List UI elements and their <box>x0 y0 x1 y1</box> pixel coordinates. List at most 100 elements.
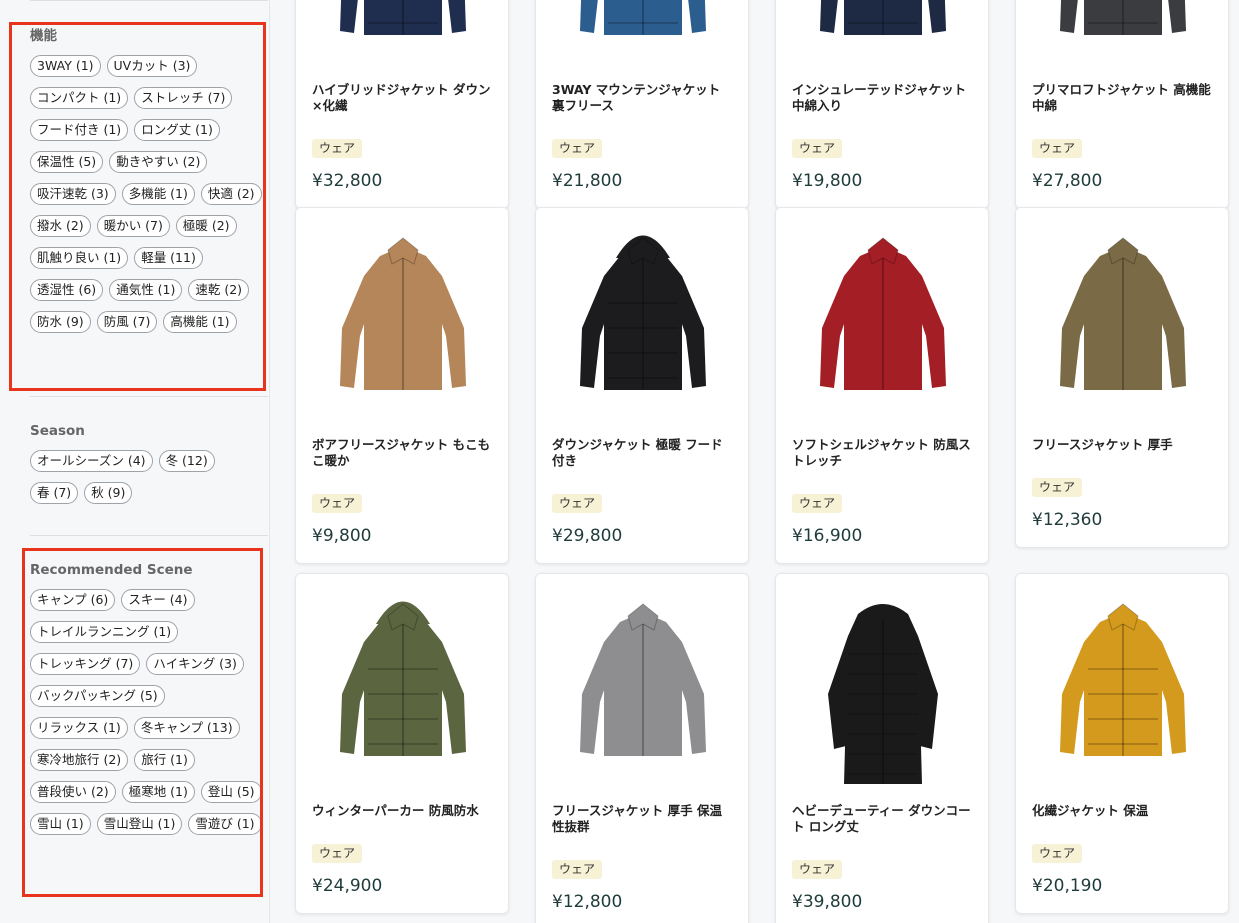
filter-tag[interactable]: 肌触り良い (1) <box>30 247 129 269</box>
scene-filter-section: Recommended Scene キャンプ (6) スキー (4) トレイルランニ… <box>30 561 266 835</box>
product-price: ¥21,800 <box>552 171 623 191</box>
product-image[interactable] <box>776 574 988 789</box>
product-card[interactable]: フリースジャケット 厚手 ウェア ¥12,360 <box>1015 207 1229 548</box>
product-name[interactable]: 3WAY マウンテンジャケット 裏フリース <box>552 82 732 114</box>
filter-tag[interactable]: 雪山登山 (1) <box>96 813 183 835</box>
filter-tag[interactable]: 快適 (2) <box>200 183 262 205</box>
product-info: インシュレーテッドジャケット 中綿入り ウェア ¥19,800 <box>776 68 988 208</box>
product-name[interactable]: ヘビーデューティー ダウンコート ロング丈 <box>792 803 972 835</box>
filter-tag[interactable]: 3WAY (1) <box>30 55 101 77</box>
features-tag-list: 3WAY (1) UVカット (3) コンパクト (1) ストレッチ (7) フード付き… <box>30 55 266 333</box>
filter-tag[interactable]: 高機能 (1) <box>163 311 237 333</box>
product-image[interactable] <box>1016 208 1228 423</box>
product-card[interactable]: ダウンジャケット 極暖 フード付きウェア ¥29,800 <box>535 207 749 564</box>
filter-tag[interactable]: ストレッチ (7) <box>134 87 233 109</box>
product-image[interactable] <box>536 0 748 68</box>
product-card[interactable]: ハイブリッドジャケット ダウン×化繊 ウェア ¥32,800 <box>295 0 509 209</box>
category-badge: ウェア <box>312 494 363 513</box>
product-image[interactable] <box>296 208 508 423</box>
filter-tag[interactable]: 雪遊び (1) <box>188 813 262 835</box>
filter-tag[interactable]: トレイルランニング (1) <box>30 621 179 643</box>
filter-tag[interactable]: ハイキング (3) <box>146 653 244 675</box>
category-badge: ウェア <box>312 139 363 158</box>
product-card[interactable]: プリマロフトジャケット 高機能中綿 ウェア ¥27,800 <box>1015 0 1229 209</box>
filter-tag[interactable]: 極暖 (2) <box>175 215 237 237</box>
product-name[interactable]: ウィンターパーカー 防風防水 <box>312 803 492 819</box>
product-name[interactable]: ハイブリッドジャケット ダウン×化繊 <box>312 82 492 114</box>
product-image[interactable] <box>1016 0 1228 68</box>
product-image[interactable] <box>1016 574 1228 789</box>
product-price: ¥39,800 <box>792 892 863 912</box>
product-name[interactable]: 化繊ジャケット 保温 <box>1032 803 1212 819</box>
product-name[interactable]: フリースジャケット 厚手 保温性抜群 <box>552 803 732 835</box>
product-price: ¥29,800 <box>552 526 623 546</box>
filter-tag[interactable]: 登山 (5) <box>200 781 262 803</box>
filter-tag[interactable]: 寒冷地旅行 (2) <box>30 749 129 771</box>
product-card[interactable]: ウィンターパーカー 防風防水 ウェア ¥24,900 <box>295 573 509 914</box>
product-name[interactable]: プリマロフトジャケット 高機能中綿 <box>1032 82 1212 114</box>
product-card[interactable]: フリースジャケット 厚手 保温性抜群 ウェア ¥12,800 <box>535 573 749 923</box>
filter-tag[interactable]: 秋 (9) <box>84 482 133 504</box>
product-image[interactable] <box>776 208 988 423</box>
product-image[interactable] <box>296 574 508 789</box>
filter-tag[interactable]: 通気性 (1) <box>109 279 183 301</box>
filter-tag[interactable]: コンパクト (1) <box>30 87 129 109</box>
filter-tag[interactable]: 速乾 (2) <box>188 279 250 301</box>
sidebar-divider <box>30 396 268 397</box>
filter-tag[interactable]: ロング丈 (1) <box>134 119 220 141</box>
product-name[interactable]: ソフトシェルジャケット 防風ストレッチ <box>792 437 972 469</box>
product-name[interactable]: ダウンジャケット 極暖 フード付き <box>552 437 732 469</box>
product-image[interactable] <box>776 0 988 68</box>
filter-tag[interactable]: 防風 (7) <box>96 311 158 333</box>
filter-tag[interactable]: 防水 (9) <box>30 311 91 333</box>
product-price: ¥16,900 <box>792 526 863 546</box>
product-card[interactable]: ソフトシェルジャケット 防風ストレッチウェア ¥16,900 <box>775 207 989 564</box>
product-image[interactable] <box>536 208 748 423</box>
category-badge: ウェア <box>552 494 603 513</box>
product-name[interactable]: フリースジャケット 厚手 <box>1032 437 1212 453</box>
product-price: ¥20,190 <box>1032 876 1103 896</box>
filter-tag[interactable]: バックパッキング (5) <box>30 685 165 707</box>
product-info: プリマロフトジャケット 高機能中綿 ウェア ¥27,800 <box>1016 68 1228 208</box>
product-info: ダウンジャケット 極暖 フード付きウェア ¥29,800 <box>536 423 748 563</box>
category-badge: ウェア <box>312 844 363 863</box>
filter-tag[interactable]: 普段使い (2) <box>30 781 116 803</box>
filter-tag[interactable]: 冬キャンプ (13) <box>133 717 240 739</box>
filter-tag[interactable]: 春 (7) <box>30 482 79 504</box>
product-price: ¥24,900 <box>312 876 383 896</box>
filter-tag[interactable]: 吸汗速乾 (3) <box>30 183 116 205</box>
product-card[interactable]: 化繊ジャケット 保温 ウェア ¥20,190 <box>1015 573 1229 914</box>
filter-tag[interactable]: 動きやすい (2) <box>109 151 208 173</box>
product-card[interactable]: インシュレーテッドジャケット 中綿入り ウェア ¥19,800 <box>775 0 989 209</box>
filter-tag[interactable]: UVカット (3) <box>106 55 198 77</box>
filter-tag[interactable]: トレッキング (7) <box>30 653 141 675</box>
filter-tag[interactable]: 透湿性 (6) <box>30 279 104 301</box>
filter-tag[interactable]: 雪山 (1) <box>30 813 91 835</box>
filter-tag[interactable]: 暖かい (7) <box>96 215 170 237</box>
filter-tag[interactable]: 多機能 (1) <box>121 183 195 205</box>
filter-tag[interactable]: 撥水 (2) <box>30 215 91 237</box>
product-image[interactable] <box>536 574 748 789</box>
product-card[interactable]: ヘビーデューティー ダウンコート ロング丈 ウェア ¥39,800 <box>775 573 989 923</box>
filter-tag[interactable]: 旅行 (1) <box>134 749 195 771</box>
filter-tag[interactable]: 極寒地 (1) <box>121 781 195 803</box>
product-image[interactable] <box>296 0 508 68</box>
category-badge: ウェア <box>1032 139 1083 158</box>
filter-tag[interactable]: オールシーズン (4) <box>30 450 153 472</box>
filter-tag[interactable]: リラックス (1) <box>30 717 128 739</box>
product-card[interactable]: ボアフリースジャケット もこもこ暖か ウェア ¥9,800 <box>295 207 509 564</box>
filter-tag[interactable]: フード付き (1) <box>30 119 129 141</box>
filter-tag[interactable]: スキー (4) <box>121 589 195 611</box>
filter-tag[interactable]: 保温性 (5) <box>30 151 104 173</box>
filter-tag[interactable]: キャンプ (6) <box>30 589 116 611</box>
features-filter-title: 機能 <box>30 28 57 44</box>
category-badge: ウェア <box>792 494 843 513</box>
filter-tag[interactable]: 軽量 (11) <box>134 247 203 269</box>
product-info: 3WAY マウンテンジャケット 裏フリース ウェア ¥21,800 <box>536 68 748 208</box>
sidebar-divider <box>30 0 268 1</box>
filter-tag[interactable]: 冬 (12) <box>158 450 215 472</box>
product-name[interactable]: インシュレーテッドジャケット 中綿入り <box>792 82 972 114</box>
product-card[interactable]: 3WAY マウンテンジャケット 裏フリース ウェア ¥21,800 <box>535 0 749 209</box>
product-name[interactable]: ボアフリースジャケット もこもこ暖か <box>312 437 492 469</box>
sidebar-divider <box>30 535 268 536</box>
